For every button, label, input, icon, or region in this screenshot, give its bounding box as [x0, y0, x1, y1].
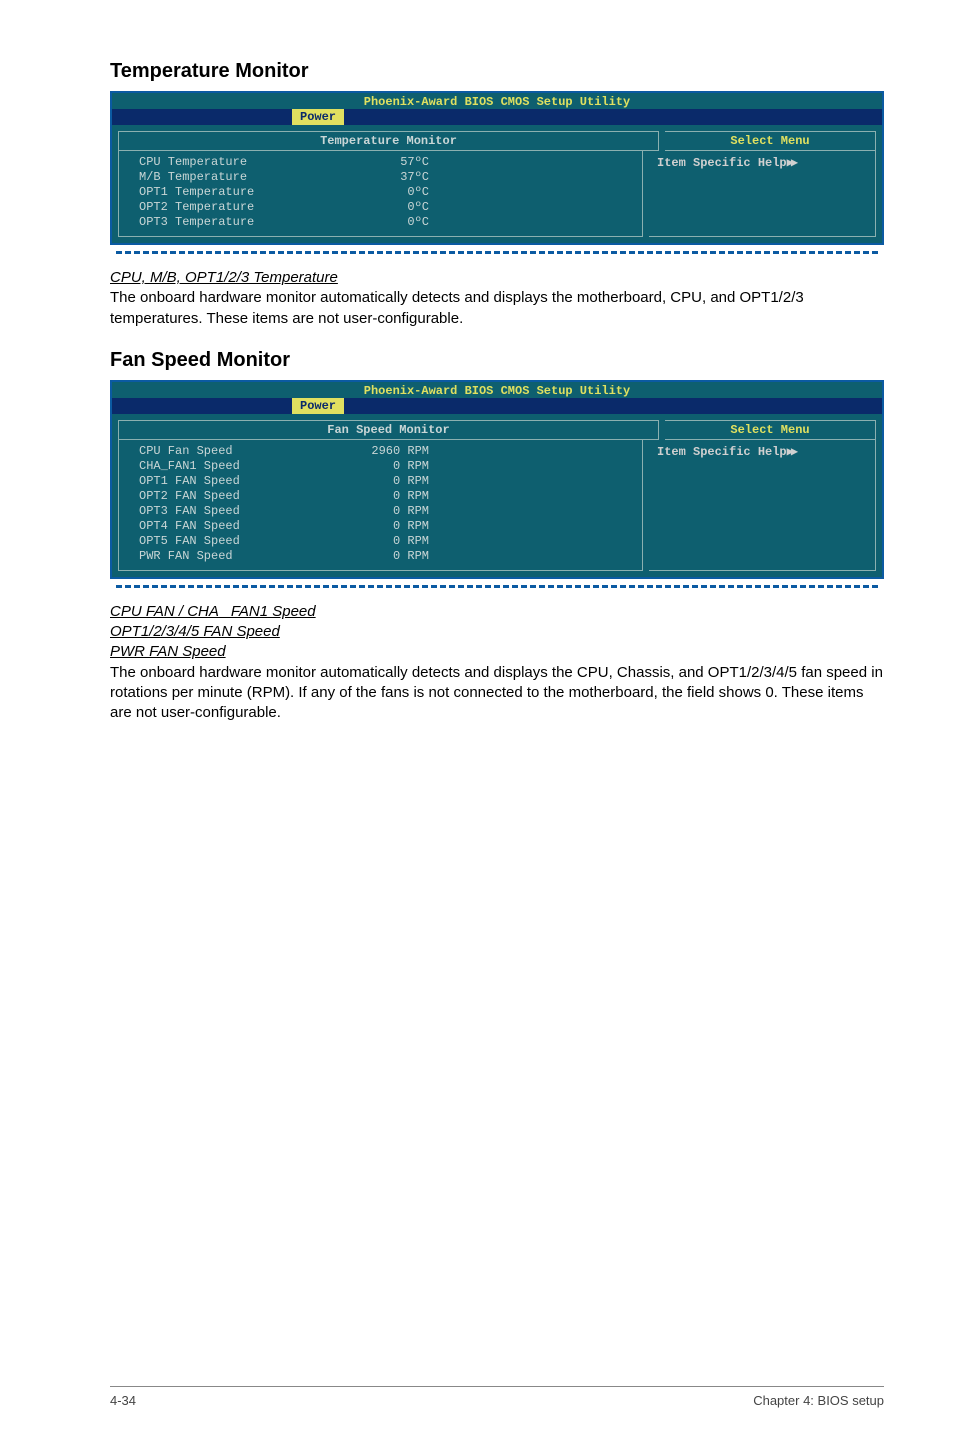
row-val: 57ºC [339, 155, 447, 170]
bios-panel-fan: Phoenix-Award BIOS CMOS Setup Utility Po… [110, 380, 884, 579]
bios-content-left: CPU Temperature 57ºC M/B Temperature 37º… [118, 151, 643, 237]
paragraph: The onboard hardware monitor automatical… [110, 663, 884, 724]
bios-title: Phoenix-Award BIOS CMOS Setup Utility [112, 93, 882, 109]
help-text: Item Specific Help [657, 445, 787, 459]
help-text: Item Specific Help [657, 156, 787, 170]
bios-content-left: CPU Fan Speed 2960 RPM CHA_FAN1 Speed 0 … [118, 440, 643, 571]
row-val: 0 RPM [339, 459, 447, 474]
subheading: PWR FAN Speed [110, 642, 884, 662]
table-row: OPT3 Temperature 0ºC [139, 215, 632, 230]
subheading: CPU FAN / CHA _FAN1 Speed [110, 602, 884, 622]
bios-subheader-left: Fan Speed Monitor [118, 420, 659, 440]
dashed-divider [116, 251, 878, 254]
row-val: 0 RPM [339, 474, 447, 489]
subheading: OPT1/2/3/4/5 FAN Speed [110, 622, 884, 642]
paragraph: The onboard hardware monitor automatical… [110, 288, 884, 329]
table-row: OPT3 FAN Speed 0 RPM [139, 504, 632, 519]
table-row: M/B Temperature 37ºC [139, 170, 632, 185]
bios-menu-bar: Power [112, 398, 882, 414]
table-row: OPT2 FAN Speed 0 RPM [139, 489, 632, 504]
row-key: OPT3 Temperature [139, 215, 339, 230]
table-row: CPU Temperature 57ºC [139, 155, 632, 170]
table-row: CHA_FAN1 Speed 0 RPM [139, 459, 632, 474]
row-val: 0ºC [339, 215, 447, 230]
table-row: OPT1 Temperature 0ºC [139, 185, 632, 200]
row-key: OPT5 FAN Speed [139, 534, 339, 549]
row-val: 2960 RPM [339, 444, 447, 459]
row-val: 0 RPM [339, 534, 447, 549]
section-heading-fan: Fan Speed Monitor [110, 349, 884, 372]
row-key: CHA_FAN1 Speed [139, 459, 339, 474]
bios-menu-tab-power: Power [292, 109, 344, 125]
row-val: 0ºC [339, 185, 447, 200]
row-val: 0ºC [339, 200, 447, 215]
bios-help-panel: Item Specific Help▶▶ [649, 440, 876, 571]
row-key: M/B Temperature [139, 170, 339, 185]
table-row: CPU Fan Speed 2960 RPM [139, 444, 632, 459]
bios-menu-bar: Power [112, 109, 882, 125]
footer-divider [110, 1386, 884, 1387]
bios-title: Phoenix-Award BIOS CMOS Setup Utility [112, 382, 882, 398]
row-key: CPU Temperature [139, 155, 339, 170]
bios-menu-tab-power: Power [292, 398, 344, 414]
bios-subheader-right: Select Menu [665, 420, 876, 440]
row-val: 0 RPM [339, 489, 447, 504]
table-row: OPT4 FAN Speed 0 RPM [139, 519, 632, 534]
table-row: OPT2 Temperature 0ºC [139, 200, 632, 215]
table-row: PWR FAN Speed 0 RPM [139, 549, 632, 564]
double-arrow-icon: ▶▶ [787, 445, 795, 459]
row-key: OPT3 FAN Speed [139, 504, 339, 519]
row-key: PWR FAN Speed [139, 549, 339, 564]
page-number: 4-34 [110, 1393, 136, 1408]
subheading: CPU, M/B, OPT1/2/3 Temperature [110, 268, 884, 288]
row-key: CPU Fan Speed [139, 444, 339, 459]
row-val: 0 RPM [339, 549, 447, 564]
row-key: OPT1 FAN Speed [139, 474, 339, 489]
table-row: OPT1 FAN Speed 0 RPM [139, 474, 632, 489]
row-key: OPT2 FAN Speed [139, 489, 339, 504]
bios-panel-temp: Phoenix-Award BIOS CMOS Setup Utility Po… [110, 91, 884, 245]
bios-help-panel: Item Specific Help▶▶ [649, 151, 876, 237]
row-val: 37ºC [339, 170, 447, 185]
double-arrow-icon: ▶▶ [787, 156, 795, 170]
bios-subheader-right: Select Menu [665, 131, 876, 151]
row-key: OPT2 Temperature [139, 200, 339, 215]
chapter-label: Chapter 4: BIOS setup [753, 1393, 884, 1408]
table-row: OPT5 FAN Speed 0 RPM [139, 534, 632, 549]
row-key: OPT4 FAN Speed [139, 519, 339, 534]
row-val: 0 RPM [339, 504, 447, 519]
row-key: OPT1 Temperature [139, 185, 339, 200]
row-val: 0 RPM [339, 519, 447, 534]
section-heading-temp: Temperature Monitor [110, 60, 884, 83]
dashed-divider [116, 585, 878, 588]
bios-subheader-left: Temperature Monitor [118, 131, 659, 151]
